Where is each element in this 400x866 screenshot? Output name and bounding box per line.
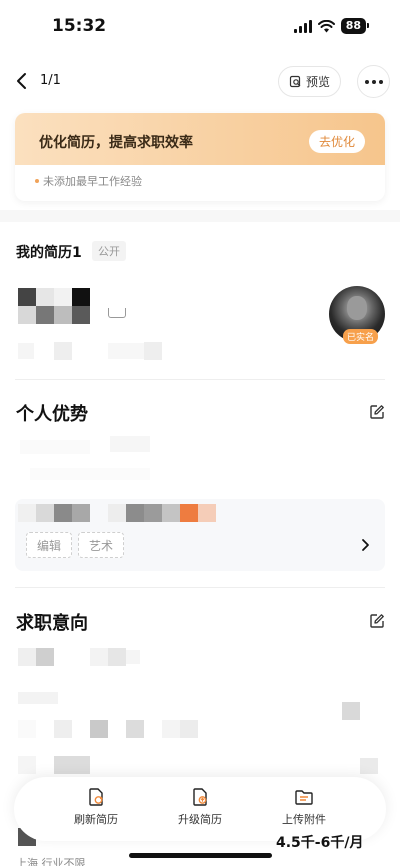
preview-label: 预览 (305, 75, 330, 89)
home-indicator (129, 853, 272, 858)
visibility-tag[interactable]: 公开 (92, 241, 126, 261)
upload-attachment-icon (295, 790, 313, 805)
status-icons: 88 (293, 18, 370, 34)
preview-button[interactable]: 预览 (278, 66, 341, 97)
edit-advantages-icon[interactable] (369, 404, 385, 420)
optimize-banner: 优化简历，提高求职效率 去优化 (15, 113, 385, 165)
upgrade-resume-button[interactable]: 升级简历 (160, 787, 240, 827)
advantages-title: 个人优势 (16, 404, 88, 425)
location-industry: 上海 行业不限 (16, 857, 86, 866)
refresh-resume-button[interactable]: 刷新简历 (56, 787, 136, 827)
upload-attachment-label: 上传附件 (282, 813, 326, 826)
optimize-resume-card: 优化简历，提高求职效率 去优化 未添加最早工作经验 (15, 113, 385, 201)
avatar-face (347, 296, 367, 320)
nav-bar: 1/1 预览 (0, 60, 400, 104)
refresh-resume-label: 刷新简历 (74, 813, 118, 826)
chevron-right-icon[interactable] (358, 538, 372, 552)
go-optimize-button[interactable]: 去优化 (308, 130, 365, 153)
verified-badge: 已实名 (343, 329, 379, 344)
cellular-signal-icon (293, 19, 312, 33)
preview-icon (289, 75, 301, 88)
optimize-title: 优化简历，提高求职效率 (39, 135, 193, 151)
divider (15, 587, 385, 588)
skill-tag: 艺术 (78, 532, 125, 558)
upgrade-resume-label: 升级简历 (178, 813, 222, 826)
more-options-button[interactable] (357, 65, 390, 98)
resume-title: 我的简历1 (16, 245, 82, 261)
edit-intentions-icon[interactable] (369, 613, 385, 629)
optimize-hint: 未添加最早工作经验 (43, 175, 142, 188)
status-bar: 15:32 88 (0, 0, 400, 54)
back-arrow-icon[interactable] (12, 70, 34, 92)
more-dot-icon (371, 79, 376, 84)
skill-tag: 编辑 (26, 532, 73, 558)
wifi-icon (317, 19, 335, 32)
more-dot-icon (364, 79, 369, 84)
refresh-resume-icon (89, 788, 103, 806)
hint-dot-icon (35, 179, 39, 183)
status-time: 15:32 (52, 16, 107, 36)
page-counter: 1/1 (40, 73, 61, 88)
divider (15, 379, 385, 380)
optimize-hint-row[interactable]: 未添加最早工作经验 (15, 165, 385, 201)
more-dot-icon (378, 79, 383, 84)
salary-expectation: 4.5千-6千/月 (276, 835, 364, 851)
section-separator (0, 210, 400, 222)
upload-attachment-button[interactable]: 上传附件 (264, 787, 344, 827)
upgrade-resume-icon (193, 788, 207, 806)
intentions-title: 求职意向 (16, 613, 88, 634)
battery-indicator: 88 (340, 18, 370, 34)
